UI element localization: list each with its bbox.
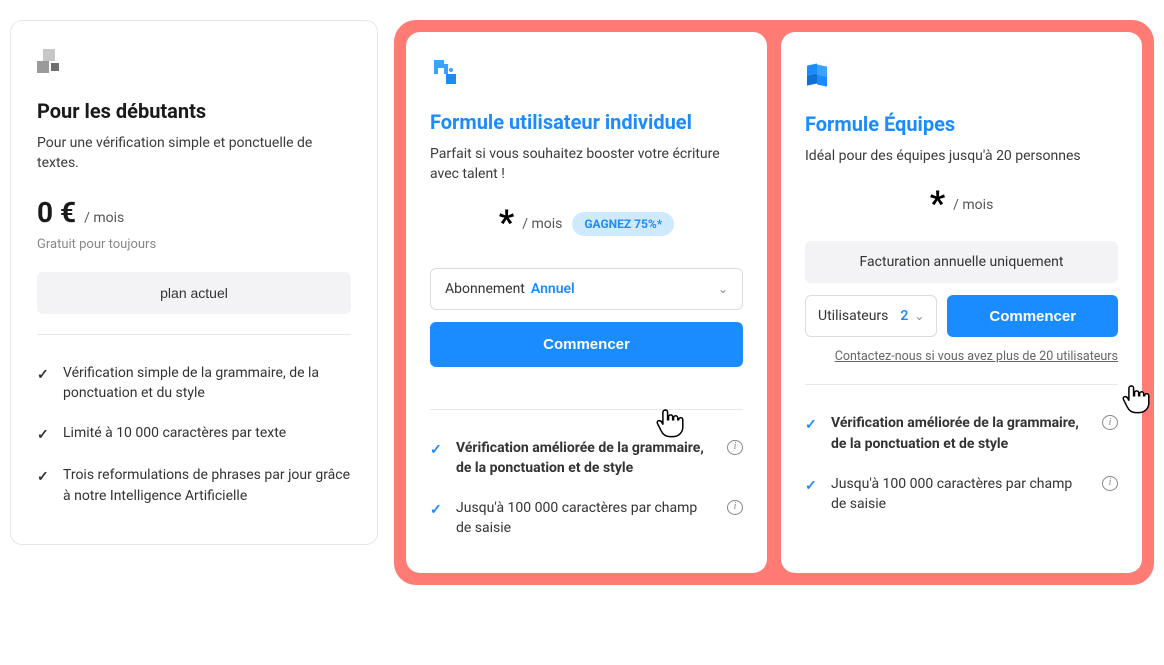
feature-item: ✓ Vérification améliorée de la grammaire… bbox=[805, 403, 1118, 464]
chevron-down-icon: ⌄ bbox=[914, 309, 924, 323]
cursor-hand-icon bbox=[1120, 382, 1150, 416]
feature-item: ✓ Trois reformulations de phrases par jo… bbox=[37, 455, 351, 516]
divider bbox=[37, 334, 351, 335]
feature-list: ✓ Vérification simple de la grammaire, d… bbox=[37, 353, 351, 516]
price-row: * / mois GAGNEZ 75%* bbox=[430, 207, 743, 236]
plan-title: Formule utilisateur individuel bbox=[430, 110, 743, 134]
feature-item: ✓ Jusqu'à 100 000 caractères par champ d… bbox=[430, 488, 743, 549]
check-icon: ✓ bbox=[37, 365, 51, 385]
price-unit: / mois bbox=[522, 216, 562, 232]
start-button[interactable]: Commencer bbox=[947, 295, 1118, 337]
check-icon: ✓ bbox=[805, 476, 819, 496]
plan-title: Pour les débutants bbox=[37, 99, 351, 123]
price-unit: / mois bbox=[953, 197, 993, 213]
plan-subtitle: Pour une vérification simple et ponctuel… bbox=[37, 133, 351, 174]
info-icon[interactable]: i bbox=[1102, 476, 1118, 491]
plan-icon-free bbox=[37, 49, 351, 81]
billing-note: Facturation annuelle uniquement bbox=[805, 241, 1118, 283]
feature-item: ✓ Vérification améliorée de la grammaire… bbox=[430, 428, 743, 489]
price-row: * / mois bbox=[805, 188, 1118, 213]
check-icon: ✓ bbox=[430, 500, 444, 520]
select-label: Utilisateurs bbox=[818, 308, 888, 324]
price-symbol: * bbox=[930, 194, 945, 214]
feature-item: ✓ Jusqu'à 100 000 caractères par champ d… bbox=[805, 464, 1118, 525]
feature-item: ✓ Vérification simple de la grammaire, d… bbox=[37, 353, 351, 414]
price-symbol: * bbox=[499, 213, 514, 233]
plan-card-team: Formule Équipes Idéal pour des équipes j… bbox=[781, 32, 1142, 573]
check-icon: ✓ bbox=[430, 440, 444, 460]
plan-subtitle: Idéal pour des équipes jusqu'à 20 person… bbox=[805, 146, 1118, 166]
divider bbox=[430, 409, 743, 410]
start-button[interactable]: Commencer bbox=[430, 322, 743, 367]
price-unit: / mois bbox=[84, 210, 124, 226]
contact-link[interactable]: Contactez-nous si vous avez plus de 20 u… bbox=[805, 349, 1118, 364]
plan-title: Formule Équipes bbox=[805, 112, 1118, 136]
check-icon: ✓ bbox=[805, 415, 819, 435]
price-note: Gratuit pour toujours bbox=[37, 237, 351, 252]
plan-card-free: Pour les débutants Pour une vérification… bbox=[10, 20, 378, 545]
plan-icon-team bbox=[805, 56, 1118, 94]
subscription-select[interactable]: Abonnement Annuel ⌄ bbox=[430, 268, 743, 310]
feature-list: ✓ Vérification améliorée de la grammaire… bbox=[430, 428, 743, 549]
check-icon: ✓ bbox=[37, 467, 51, 487]
highlight-wrapper: Formule utilisateur individuel Parfait s… bbox=[394, 20, 1154, 585]
feature-item: ✓ Limité à 10 000 caractères par texte bbox=[37, 413, 351, 455]
plan-subtitle: Parfait si vous souhaitez booster votre … bbox=[430, 144, 743, 185]
price-amount: 0 € bbox=[37, 196, 76, 229]
select-label: Abonnement bbox=[445, 281, 525, 297]
feature-list: ✓ Vérification améliorée de la grammaire… bbox=[805, 403, 1118, 524]
chevron-down-icon: ⌄ bbox=[718, 282, 728, 296]
current-plan-button: plan actuel bbox=[37, 272, 351, 314]
price-row: 0 € / mois bbox=[37, 196, 351, 229]
check-icon: ✓ bbox=[37, 425, 51, 445]
plan-card-individual: Formule utilisateur individuel Parfait s… bbox=[406, 32, 767, 573]
select-value: 2 bbox=[900, 308, 908, 324]
info-icon[interactable]: i bbox=[1102, 415, 1118, 430]
save-badge: GAGNEZ 75%* bbox=[572, 212, 674, 236]
plan-icon-individual bbox=[430, 56, 743, 92]
info-icon[interactable]: i bbox=[727, 440, 743, 455]
users-select[interactable]: Utilisateurs 2 ⌄ bbox=[805, 295, 937, 337]
divider bbox=[805, 384, 1118, 385]
info-icon[interactable]: i bbox=[727, 500, 743, 515]
select-value: Annuel bbox=[531, 281, 575, 297]
